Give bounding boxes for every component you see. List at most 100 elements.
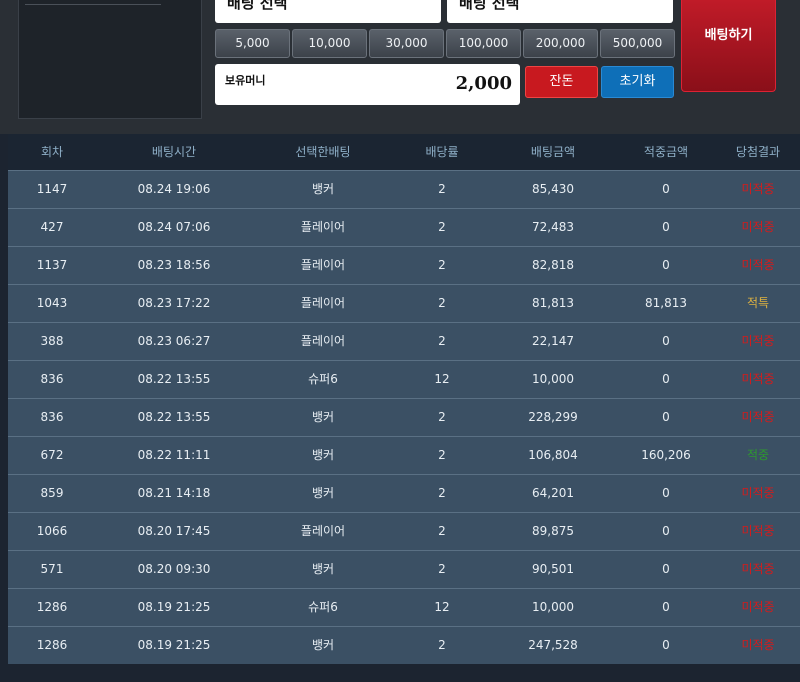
table-row: 571 08.20 09:30 뱅커 2 90,501 0 미적중 bbox=[8, 550, 800, 588]
cell-amount: 85,430 bbox=[532, 182, 574, 196]
cell-choice: 뱅커 bbox=[311, 410, 335, 424]
chip-200000-button[interactable]: 200,000 bbox=[523, 29, 598, 58]
cell-round: 427 bbox=[40, 220, 64, 234]
cell-result: 미적중 bbox=[741, 600, 775, 614]
cell-payout: 160,206 bbox=[641, 448, 691, 462]
header-amount: 배팅금액 bbox=[530, 145, 576, 159]
cell-result: 미적중 bbox=[741, 486, 775, 500]
cell-amount: 106,804 bbox=[528, 448, 578, 462]
cell-payout: 0 bbox=[662, 182, 670, 196]
table-row: 1137 08.23 18:56 플레이어 2 82,818 0 미적중 bbox=[8, 246, 800, 284]
betting-panel: 배팅 선택 배팅 선택 5,000 10,000 30,000 100,000 … bbox=[0, 0, 800, 134]
table-row: 1066 08.20 17:45 플레이어 2 89,875 0 미적중 bbox=[8, 512, 800, 550]
cell-odds: 2 bbox=[438, 638, 446, 652]
cell-odds: 12 bbox=[434, 600, 450, 614]
cell-round: 1066 bbox=[36, 524, 68, 538]
cell-time: 08.23 18:56 bbox=[137, 258, 211, 272]
cell-odds: 2 bbox=[438, 524, 446, 538]
cell-amount: 64,201 bbox=[532, 486, 574, 500]
cell-round: 1286 bbox=[36, 600, 68, 614]
cell-time: 08.19 21:25 bbox=[137, 600, 211, 614]
cell-payout: 0 bbox=[662, 258, 670, 272]
cell-choice: 슈퍼6 bbox=[308, 600, 338, 614]
cell-payout: 0 bbox=[662, 372, 670, 386]
cell-time: 08.23 06:27 bbox=[137, 334, 211, 348]
table-row: 427 08.24 07:06 플레이어 2 72,483 0 미적중 bbox=[8, 208, 800, 246]
cell-time: 08.20 09:30 bbox=[137, 562, 211, 576]
table-row: 1286 08.19 21:25 슈퍼6 12 10,000 0 미적중 bbox=[8, 588, 800, 626]
chip-100000-button[interactable]: 100,000 bbox=[446, 29, 521, 58]
cell-amount: 72,483 bbox=[532, 220, 574, 234]
table-row: 859 08.21 14:18 뱅커 2 64,201 0 미적중 bbox=[8, 474, 800, 512]
cell-choice: 슈퍼6 bbox=[308, 372, 338, 386]
cell-choice: 플레이어 bbox=[300, 258, 346, 272]
money-label: 보유머니 bbox=[225, 74, 266, 87]
table-row: 388 08.23 06:27 플레이어 2 22,147 0 미적중 bbox=[8, 322, 800, 360]
cell-choice: 뱅커 bbox=[311, 182, 335, 196]
cell-payout: 0 bbox=[662, 334, 670, 348]
cell-odds: 2 bbox=[438, 448, 446, 462]
table-header: 회차 배팅시간 선택한배팅 배당률 배팅금액 적중금액 당첨결과 bbox=[8, 134, 800, 170]
cell-result: 미적중 bbox=[741, 372, 775, 386]
header-odds: 배당률 bbox=[425, 145, 459, 159]
bet-select-right[interactable]: 배팅 선택 bbox=[447, 0, 673, 23]
cell-time: 08.22 11:11 bbox=[137, 448, 211, 462]
cell-amount: 228,299 bbox=[528, 410, 578, 424]
header-round: 회차 bbox=[40, 145, 64, 159]
cell-choice: 플레이어 bbox=[300, 296, 346, 310]
cell-round: 571 bbox=[40, 562, 64, 576]
table-row: 1286 08.19 21:25 뱅커 2 247,528 0 미적중 bbox=[8, 626, 800, 664]
chip-500000-button[interactable]: 500,000 bbox=[600, 29, 675, 58]
cell-odds: 2 bbox=[438, 334, 446, 348]
cell-round: 672 bbox=[40, 448, 64, 462]
cell-choice: 플레이어 bbox=[300, 524, 346, 538]
cell-choice: 뱅커 bbox=[311, 638, 335, 652]
chip-10000-button[interactable]: 10,000 bbox=[292, 29, 367, 58]
chip-30000-button[interactable]: 30,000 bbox=[369, 29, 444, 58]
cell-payout: 81,813 bbox=[645, 296, 687, 310]
cell-result: 적중 bbox=[746, 448, 770, 462]
cell-result: 미적중 bbox=[741, 638, 775, 652]
cell-round: 836 bbox=[40, 372, 64, 386]
cell-amount: 90,501 bbox=[532, 562, 574, 576]
cell-odds: 2 bbox=[438, 220, 446, 234]
cell-time: 08.20 17:45 bbox=[137, 524, 211, 538]
cell-time: 08.22 13:55 bbox=[137, 372, 211, 386]
cell-payout: 0 bbox=[662, 638, 670, 652]
header-payout: 적중금액 bbox=[643, 145, 689, 159]
cell-odds: 2 bbox=[438, 562, 446, 576]
cell-result: 미적중 bbox=[741, 334, 775, 348]
cell-odds: 12 bbox=[434, 372, 450, 386]
cell-payout: 0 bbox=[662, 524, 670, 538]
cell-round: 1286 bbox=[36, 638, 68, 652]
cell-result: 미적중 bbox=[741, 562, 775, 576]
cell-amount: 10,000 bbox=[532, 600, 574, 614]
reset-button[interactable]: 초기화 bbox=[601, 66, 674, 98]
cell-amount: 82,818 bbox=[532, 258, 574, 272]
cell-payout: 0 bbox=[662, 600, 670, 614]
balance-button[interactable]: 잔돈 bbox=[525, 66, 598, 98]
cell-result: 미적중 bbox=[741, 258, 775, 272]
header-result: 당첨결과 bbox=[735, 145, 781, 159]
money-display: 보유머니 2,000 bbox=[215, 64, 520, 105]
table-row: 836 08.22 13:55 슈퍼6 12 10,000 0 미적중 bbox=[8, 360, 800, 398]
cell-odds: 2 bbox=[438, 182, 446, 196]
table-row: 836 08.22 13:55 뱅커 2 228,299 0 미적중 bbox=[8, 398, 800, 436]
cell-result: 적특 bbox=[746, 296, 770, 310]
bet-button[interactable]: 배팅하기 bbox=[681, 0, 776, 92]
cell-payout: 0 bbox=[662, 562, 670, 576]
cell-amount: 10,000 bbox=[532, 372, 574, 386]
table-body: 1147 08.24 19:06 뱅커 2 85,430 0 미적중 427 08.24 07:… bbox=[8, 170, 800, 664]
cell-choice: 플레이어 bbox=[300, 334, 346, 348]
cell-result: 미적중 bbox=[741, 182, 775, 196]
cell-time: 08.24 07:06 bbox=[137, 220, 211, 234]
cell-payout: 0 bbox=[662, 410, 670, 424]
cell-odds: 2 bbox=[438, 410, 446, 424]
divider bbox=[25, 4, 161, 5]
cell-odds: 2 bbox=[438, 296, 446, 310]
chip-5000-button[interactable]: 5,000 bbox=[215, 29, 290, 58]
bet-select-left[interactable]: 배팅 선택 bbox=[215, 0, 441, 23]
cell-choice: 뱅커 bbox=[311, 486, 335, 500]
cell-round: 1147 bbox=[36, 182, 68, 196]
table-row: 672 08.22 11:11 뱅커 2 106,804 160,206 적중 bbox=[8, 436, 800, 474]
